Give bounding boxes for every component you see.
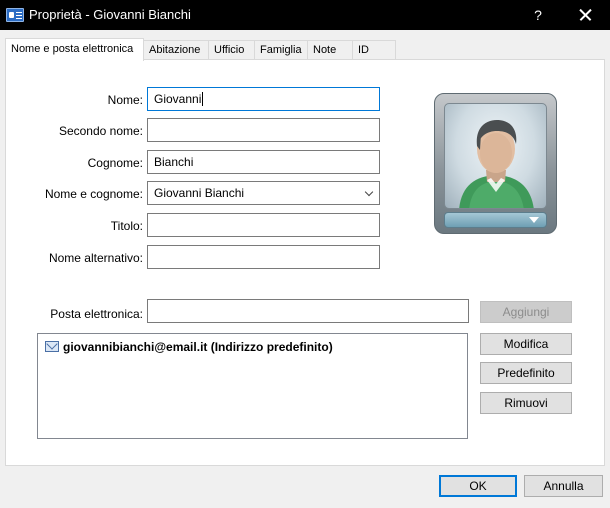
contact-photo[interactable] [434,93,557,234]
cognome-field[interactable]: Bianchi [147,150,380,174]
window-title: Proprietà - Giovanni Bianchi [29,7,191,22]
tab-id[interactable]: ID [352,40,396,60]
tab-abitazione[interactable]: Abitazione [143,40,209,60]
titolo-label: Titolo: [110,219,143,233]
tab-nome-e-posta[interactable]: Nome e posta elettronica [5,38,144,61]
person-silhouette-icon [459,120,534,208]
tab-ufficio[interactable]: Ufficio [208,40,255,60]
titolo-field[interactable] [147,213,380,237]
text-caret [202,92,204,106]
aggiungi-button[interactable]: Aggiungi [480,301,572,323]
nome-cognome-label: Nome e cognome: [44,187,143,201]
rimuovi-button[interactable]: Rimuovi [480,392,572,414]
dialog-footer: OK Annulla [0,466,610,508]
email-list[interactable]: giovannibianchi@email.it (Indirizzo pred… [37,333,468,439]
list-item[interactable]: giovannibianchi@email.it (Indirizzo pred… [45,340,333,354]
photo-dropdown[interactable] [444,212,547,228]
posta-label: Posta elettronica: [50,307,143,321]
nome-label: Nome: [107,93,143,107]
nome-cognome-select[interactable]: Giovanni Bianchi [147,181,380,205]
email-entry-text: giovannibianchi@email.it (Indirizzo pred… [63,340,333,354]
nome-cognome-value: Giovanni Bianchi [154,186,245,200]
nome-field[interactable]: Giovanni [147,87,380,111]
tab-panel: Nome: Giovanni Secondo nome: Cognome: Bi… [5,59,605,466]
annulla-button[interactable]: Annulla [524,475,603,497]
ok-button[interactable]: OK [439,475,517,497]
envelope-icon [45,341,59,352]
tab-famiglia[interactable]: Famiglia [254,40,308,60]
avatar-screen [444,103,547,209]
nome-alternativo-field[interactable] [147,245,380,269]
cognome-label: Cognome: [87,156,143,170]
predefinito-button[interactable]: Predefinito [480,362,572,384]
modifica-button[interactable]: Modifica [480,333,572,355]
contact-card-icon [6,8,24,22]
secondo-nome-label: Secondo nome: [58,124,143,138]
help-button[interactable]: ? [521,4,555,26]
chevron-down-icon [364,187,374,197]
nome-alternativo-label: Nome alternativo: [48,251,143,265]
secondo-nome-field[interactable] [147,118,380,142]
posta-field[interactable] [147,299,469,323]
nome-value: Giovanni [154,92,202,106]
tab-note[interactable]: Note [307,40,353,60]
close-button[interactable] [566,4,604,26]
title-bar: Proprietà - Giovanni Bianchi ? [0,0,610,30]
